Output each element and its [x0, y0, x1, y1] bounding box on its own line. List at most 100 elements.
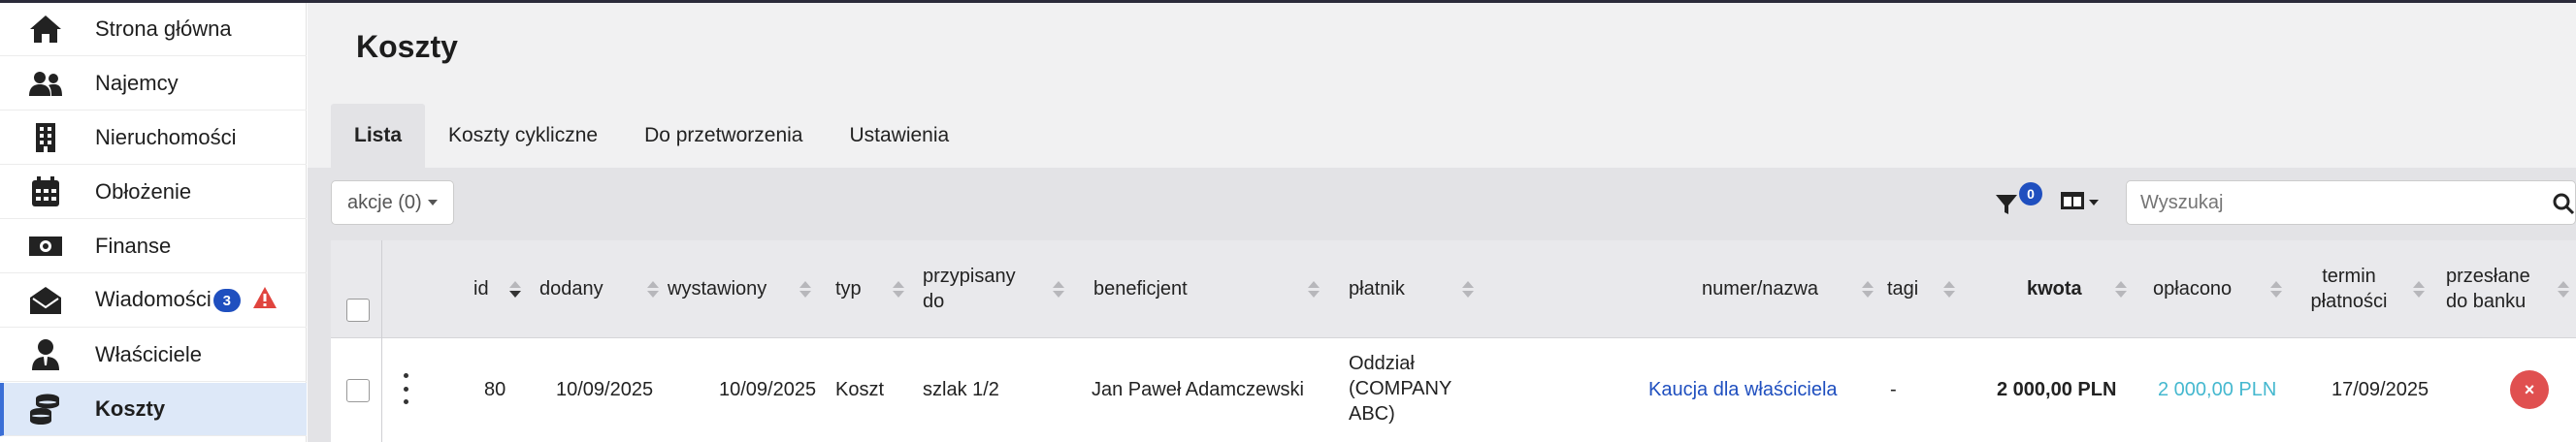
caret-down-icon — [2089, 200, 2099, 205]
home-icon — [27, 11, 64, 47]
column-header-due-date-line2: płatności — [2310, 291, 2388, 312]
sidebar-item-label: Właściciele — [95, 342, 203, 366]
sidebar-item-label: Strona główna — [95, 16, 232, 41]
sort-icon[interactable] — [646, 279, 660, 299]
costs-table: id dodany wystawiony typ przypisany do b… — [331, 240, 2576, 442]
row-menu-icon[interactable] — [402, 373, 409, 404]
cell-added: 10/09/2025 — [556, 379, 654, 400]
sidebar-item-occupancy[interactable]: Obłożenie — [0, 166, 307, 219]
columns-icon — [2060, 190, 2085, 216]
sidebar-item-label: Najemcy — [95, 71, 179, 95]
column-header-sent-line1: przesłane — [2446, 266, 2530, 287]
cell-issued: 10/09/2025 — [719, 379, 817, 400]
sidebar-item-tenants[interactable]: Najemcy — [0, 57, 307, 110]
page-title: Koszty — [356, 29, 458, 64]
caret-down-icon — [427, 200, 438, 205]
owner-icon — [27, 336, 64, 373]
column-header-tags[interactable]: tagi — [1887, 276, 1918, 301]
not-sent-close-icon[interactable]: × — [2510, 370, 2549, 409]
messages-label: Wiadomości — [95, 286, 212, 311]
building-icon — [27, 119, 64, 156]
column-header-added[interactable]: dodany — [539, 276, 603, 301]
cell-beneficiary: Jan Paweł Adamczewski — [1092, 379, 1304, 400]
column-header-payer[interactable]: płatnik — [1349, 276, 1405, 301]
column-header-sent-to-bank[interactable]: przesłane do banku — [2446, 264, 2530, 314]
cell-due-date: 17/09/2025 — [2331, 379, 2429, 400]
main-content: Koszty Lista Koszty cykliczne Do przetwo… — [308, 3, 2576, 442]
sort-icon[interactable] — [1461, 279, 1475, 299]
sidebar-item-costs[interactable]: Koszty — [0, 383, 307, 436]
tab-bar: Lista Koszty cykliczne Do przetworzenia … — [331, 104, 972, 168]
filter-button[interactable]: 0 — [1994, 182, 2042, 223]
unread-count-badge: 3 — [212, 289, 241, 312]
cell-number-name-link[interactable]: Kaucja dla właściciela — [1648, 377, 1838, 402]
sidebar-item-properties[interactable]: Nieruchomości — [0, 111, 307, 165]
cell-tags: - — [1890, 379, 1897, 400]
column-header-due-date-line1: termin — [2322, 266, 2376, 287]
tab-settings[interactable]: Ustawienia — [826, 104, 972, 168]
cell-amount: 2 000,00 PLN — [1997, 379, 2117, 400]
cell-payer-line3: ABC) — [1349, 403, 1395, 425]
sort-icon[interactable] — [1861, 279, 1875, 299]
cell-payer: Oddział (COMPANY ABC) — [1349, 351, 1451, 426]
filter-icon — [1994, 192, 2019, 222]
column-header-type[interactable]: typ — [835, 276, 862, 301]
column-header-paid[interactable]: opłacono — [2153, 276, 2232, 301]
column-header-issued[interactable]: wystawiony — [668, 276, 766, 301]
column-header-assigned-line2: do — [923, 291, 945, 312]
column-header-due-date[interactable]: termin płatności — [2302, 264, 2396, 314]
cell-type: Koszt — [835, 379, 885, 400]
sidebar-item-label: Nieruchomości — [95, 125, 237, 149]
sort-icon[interactable] — [2114, 279, 2128, 299]
select-all-checkbox[interactable] — [346, 299, 370, 322]
envelope-icon — [27, 282, 64, 319]
users-icon — [27, 65, 64, 102]
filter-count-badge: 0 — [2019, 182, 2042, 205]
cell-assigned: szlak 1/2 — [923, 379, 999, 400]
column-header-number-name[interactable]: numer/nazwa — [1702, 276, 1818, 301]
column-divider — [381, 240, 382, 442]
column-header-sent-line2: do banku — [2446, 291, 2527, 312]
cell-payer-line1: Oddział — [1349, 353, 1415, 374]
column-header-amount[interactable]: kwota — [2027, 276, 2082, 301]
actions-dropdown-button[interactable]: akcje (0) — [331, 180, 454, 225]
tab-to-process[interactable]: Do przetworzenia — [621, 104, 826, 168]
sidebar: Strona główna Najemcy Nieruchomości Obło… — [0, 3, 307, 442]
sidebar-item-label: Obłożenie — [95, 179, 192, 204]
sort-icon[interactable] — [1307, 279, 1321, 299]
warning-icon — [252, 286, 277, 315]
sidebar-item-label: Wiadomości 3 — [95, 286, 277, 315]
sort-icon[interactable] — [2269, 279, 2283, 299]
search-field[interactable] — [2126, 180, 2576, 225]
sidebar-item-label: Koszty — [95, 396, 166, 421]
table-row[interactable]: 80 10/09/2025 10/09/2025 Koszt szlak 1/2… — [331, 338, 2576, 442]
tab-list[interactable]: Lista — [331, 104, 426, 168]
row-checkbox[interactable] — [346, 379, 370, 402]
actions-label: akcje (0) — [347, 191, 422, 213]
sort-icon[interactable] — [508, 279, 522, 299]
money-icon — [27, 228, 64, 265]
sidebar-item-messages[interactable]: Wiadomości 3 — [0, 274, 307, 328]
column-header-assigned-line1: przypisany — [923, 266, 1016, 287]
column-header-id[interactable]: id — [473, 276, 489, 301]
column-header-beneficiary[interactable]: beneficjent — [1093, 276, 1188, 301]
search-icon[interactable] — [2552, 192, 2575, 220]
search-input[interactable] — [2127, 191, 2515, 214]
sort-icon[interactable] — [799, 279, 812, 299]
sort-icon[interactable] — [1942, 279, 1956, 299]
sidebar-item-finance[interactable]: Finanse — [0, 220, 307, 273]
sort-icon[interactable] — [892, 279, 905, 299]
cell-payer-line2: (COMPANY — [1349, 378, 1452, 399]
sort-icon[interactable] — [2557, 279, 2570, 299]
sort-icon[interactable] — [1052, 279, 1065, 299]
columns-toggle-button[interactable] — [2060, 190, 2103, 215]
sort-icon[interactable] — [2412, 279, 2426, 299]
tab-recurring-costs[interactable]: Koszty cykliczne — [425, 104, 621, 168]
coins-icon — [27, 391, 64, 427]
cell-paid: 2 000,00 PLN — [2158, 379, 2277, 400]
table-header: id dodany wystawiony typ przypisany do b… — [331, 240, 2576, 338]
column-header-assigned[interactable]: przypisany do — [923, 264, 1016, 314]
sidebar-item-home[interactable]: Strona główna — [0, 3, 307, 56]
sidebar-item-owners[interactable]: Właściciele — [0, 329, 307, 382]
cell-id: 80 — [484, 379, 506, 400]
